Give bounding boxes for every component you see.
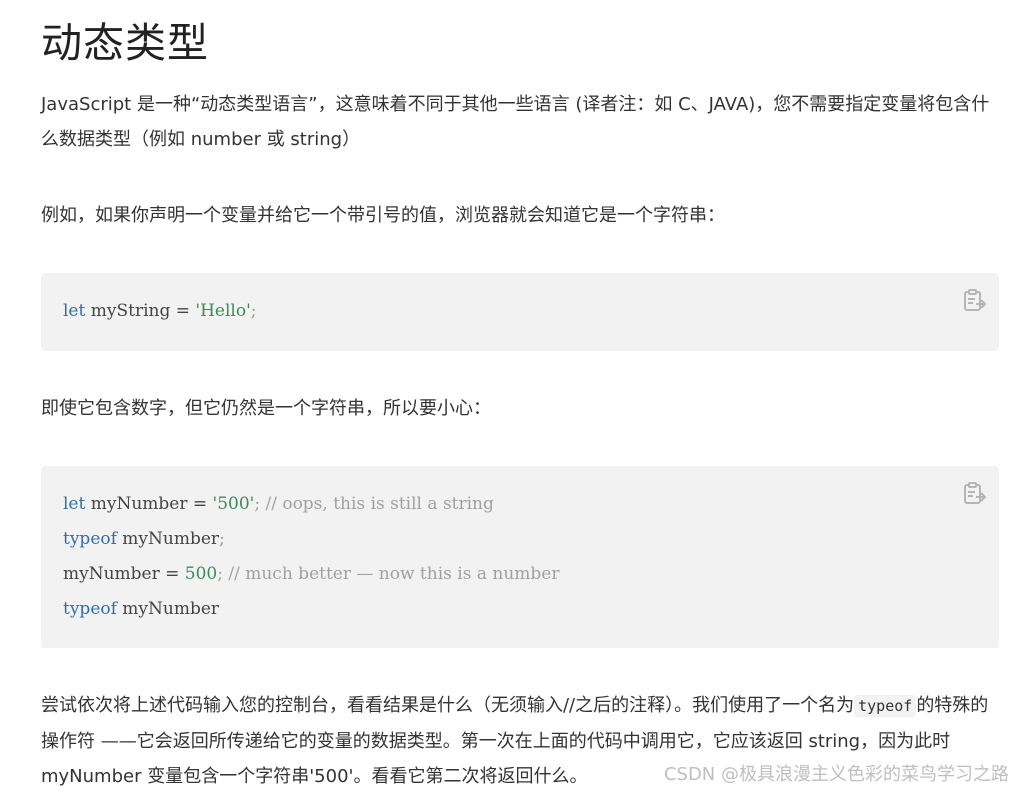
code-lines: let myString = 'Hello'; xyxy=(63,294,256,329)
code-token: typeof xyxy=(63,529,117,549)
code-token: ; // much better — now this is a number xyxy=(217,564,560,584)
code-token: myNumber xyxy=(116,529,220,549)
watermark: CSDN @极具浪漫主义色彩的菜鸟学习之路 xyxy=(663,764,1009,785)
code-line: typeof myNumber; xyxy=(63,522,559,557)
code-block-number: let myNumber = '500'; // oops, this is s… xyxy=(41,466,999,648)
caution-paragraph: 即使它包含数字，但它仍然是一个字符串，所以要小心： xyxy=(41,398,491,419)
code-token: 500 xyxy=(184,564,218,584)
copy-code-button[interactable] xyxy=(961,288,987,314)
code-line: let myNumber = '500'; // oops, this is s… xyxy=(63,487,559,522)
explanation-text-start: 尝试依次将上述代码输入您的控制台，看看结果是什么（无须输入//之后的注释）。我们… xyxy=(41,695,855,716)
code-token: let xyxy=(63,494,86,514)
code-token: let xyxy=(63,301,86,321)
clipboard-copy-icon xyxy=(964,289,987,311)
code-token: 'Hello' xyxy=(195,301,251,321)
code-token: typeof xyxy=(63,599,117,619)
example-paragraph: 例如，如果你声明一个变量并给它一个带引号的值，浏览器就会知道它是一个字符串： xyxy=(41,205,725,226)
code-line: myNumber = 500; // much better — now thi… xyxy=(63,557,559,592)
intro-paragraph: JavaScript 是一种“动态类型语言”，这意味着不同于其他一些语言 (译者… xyxy=(41,94,990,150)
code-token: ; xyxy=(250,301,257,321)
code-token: myNumber xyxy=(116,599,220,619)
code-token: ; xyxy=(219,529,225,549)
copy-code-button[interactable] xyxy=(961,481,987,507)
code-token: myNumber = xyxy=(63,564,185,584)
inline-code-typeof: typeof xyxy=(854,695,917,717)
code-lines: let myNumber = '500'; // oops, this is s… xyxy=(63,487,559,627)
page-title: 动态类型 xyxy=(41,19,209,67)
code-token: myNumber = xyxy=(85,494,213,514)
code-token: myString = xyxy=(85,301,196,321)
code-line: let myString = 'Hello'; xyxy=(63,294,256,329)
code-token: '500' xyxy=(212,494,255,514)
clipboard-copy-icon xyxy=(964,482,987,504)
code-block-string: let myString = 'Hello'; xyxy=(41,273,999,351)
code-token: ; // oops, this is still a string xyxy=(254,494,494,514)
code-line: typeof myNumber xyxy=(63,592,559,627)
